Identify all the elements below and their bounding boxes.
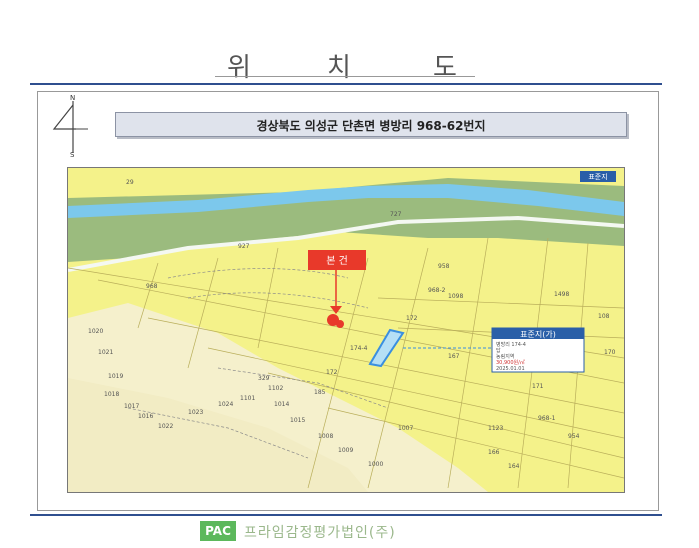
- parcel-number-label: 171: [532, 383, 544, 390]
- title-char-2: 치: [327, 53, 353, 83]
- parcel-number-label: 1498: [554, 291, 569, 298]
- parcel-number-label: 29: [126, 179, 134, 186]
- parcel-number-label: 1020: [88, 328, 103, 335]
- parcel-number-label: 1017: [124, 403, 139, 410]
- parcel-number-label: 329: [258, 375, 270, 382]
- parcel-number-label: 164: [508, 463, 520, 470]
- parcel-number-label: 1098: [448, 293, 463, 300]
- page-title: 위 치 도: [215, 47, 475, 83]
- parcel-number-label: 1101: [240, 395, 255, 402]
- parcel-number-label: 968-1: [538, 415, 556, 422]
- cadastral-map[interactable]: 본 건 표준지(가) 병방리 174-4 답 농림지역 30,900원/㎡ 20…: [67, 167, 625, 493]
- parcel-number-label: 166: [488, 449, 500, 456]
- compass-south-label: S: [70, 151, 75, 159]
- parcel-number-label: 927: [238, 243, 250, 250]
- pac-logo: PAC: [200, 521, 236, 541]
- parcel-number-label: 1009: [338, 447, 353, 454]
- parcel-number-label: 172: [326, 369, 338, 376]
- parcel-number-label: 1014: [274, 401, 289, 408]
- reference-line-3: 농림지역: [496, 353, 514, 360]
- title-char-1: 위: [227, 53, 253, 83]
- parcel-number-label: 1123: [488, 425, 503, 432]
- parcel-number-label: 1019: [108, 373, 123, 380]
- parcel-number-label: 1018: [104, 391, 119, 398]
- parcel-number-label: 968-2: [428, 287, 446, 294]
- parcel-number-label: 958: [438, 263, 450, 270]
- parcel-number-label: 167: [448, 353, 460, 360]
- parcel-number-label: 185: [314, 389, 326, 396]
- parcel-number-label: 1007: [398, 425, 413, 432]
- parcel-number-label: 954: [568, 433, 580, 440]
- subject-marker-label: 본 건: [326, 255, 348, 267]
- compass-north-label: N: [70, 94, 76, 102]
- parcel-number-label: 170: [604, 349, 616, 356]
- parcel-number-label: 1008: [318, 433, 333, 440]
- parcel-number-label: 108: [598, 313, 610, 320]
- appraisal-location-map-page: 위 치 도 N S 경상북도 의성군 단촌면 병방리 968-62번지 본 건 …: [0, 0, 699, 548]
- parcel-number-label: 172: [406, 315, 418, 322]
- parcel-number-label: 1021: [98, 349, 113, 356]
- reference-line-1: 병방리 174-4: [496, 341, 526, 348]
- parcel-number-label: 1016: [138, 413, 153, 420]
- bottom-rule: [30, 514, 662, 516]
- address-text: 경상북도 의성군 단촌면 병방리 968-62번지: [256, 119, 486, 133]
- map-corner-tag-label: 표준지: [588, 172, 607, 181]
- reference-line-4: 30,900원/㎡: [496, 359, 525, 366]
- parcel-number-label: 1022: [158, 423, 173, 430]
- reference-line-2: 답: [496, 347, 501, 354]
- reference-line-5: 2025.01.01: [496, 366, 525, 372]
- address-banner: 경상북도 의성군 단촌면 병방리 968-62번지: [115, 112, 627, 137]
- parcel-number-label: 1000: [368, 461, 383, 468]
- reference-title: 표준지(가): [520, 330, 556, 339]
- compass-icon: N S: [48, 94, 100, 159]
- parcel-number-label: 1102: [268, 385, 283, 392]
- parcel-number-label: 1023: [188, 409, 203, 416]
- parcel-number-label: 727: [390, 211, 402, 218]
- parcel-number-label: 1015: [290, 417, 305, 424]
- title-underline: [215, 76, 475, 77]
- parcel-number-label: 174-4: [350, 345, 368, 352]
- title-char-3: 도: [433, 53, 459, 83]
- company-name: 프라임감정평가법인(주): [244, 525, 396, 541]
- parcel-number-label: 1024: [218, 401, 233, 408]
- top-rule: [30, 83, 662, 85]
- parcel-number-label: 968: [146, 283, 158, 290]
